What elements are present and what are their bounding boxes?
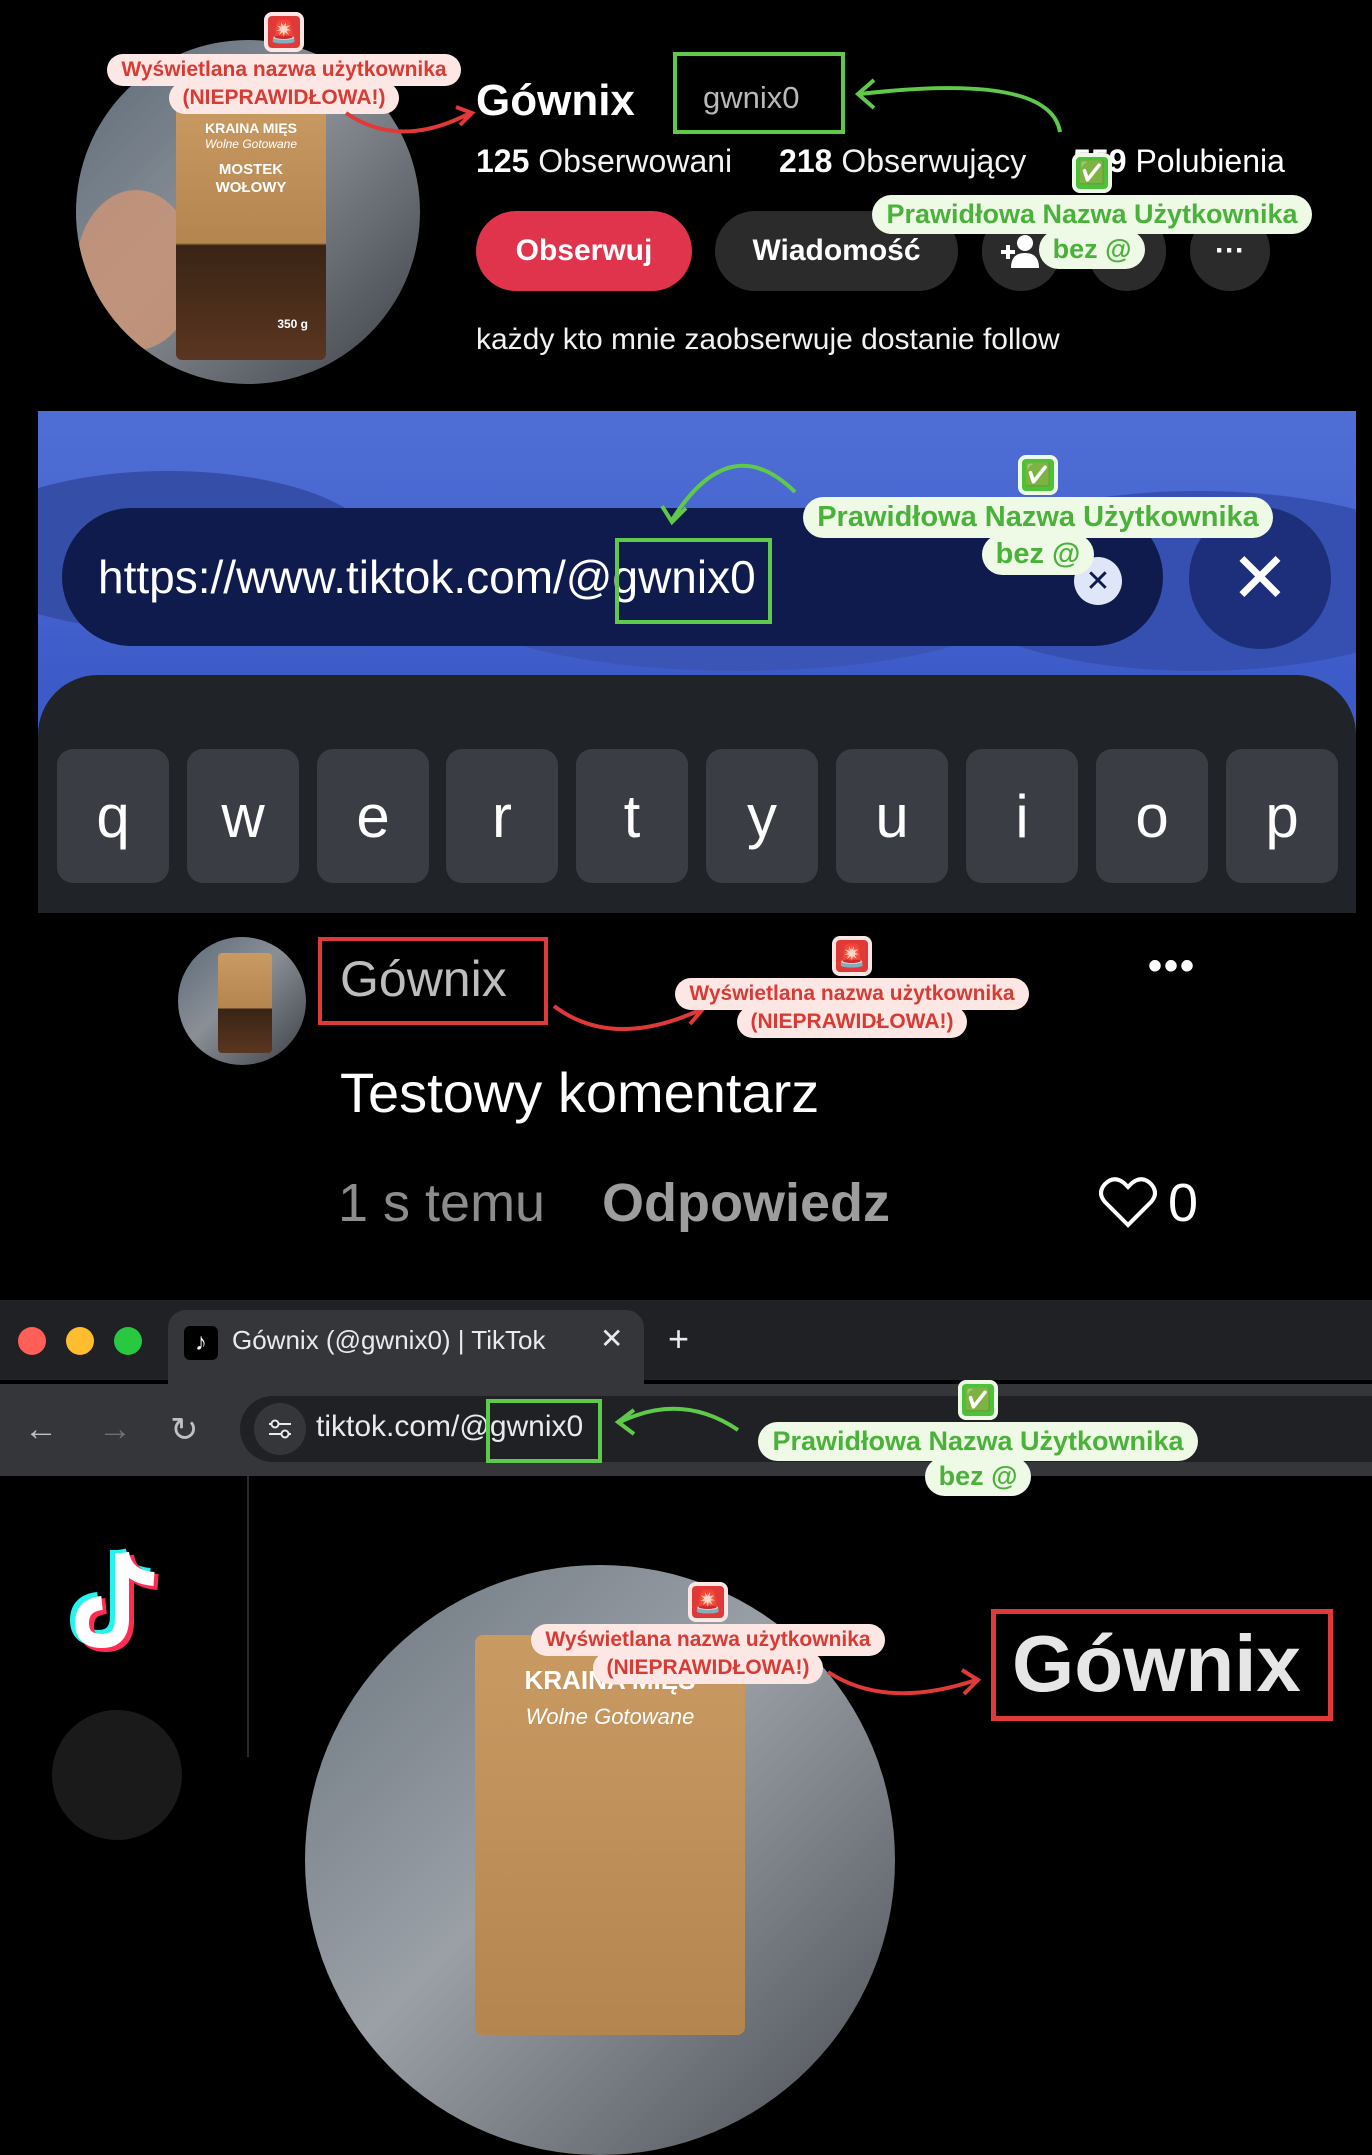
- window-close-button[interactable]: [18, 1327, 46, 1355]
- comment-author[interactable]: Gównix: [340, 950, 507, 1008]
- address-prefix: tiktok.com/@: [316, 1410, 490, 1443]
- avatar-product-line: Wolne Gotowane: [204, 136, 298, 151]
- avatar-product-weight: 350 g: [277, 317, 308, 332]
- comment-more-button[interactable]: •••: [1148, 944, 1196, 989]
- tiktok-logo-icon[interactable]: [70, 1545, 170, 1655]
- key-r[interactable]: r: [446, 749, 558, 883]
- check-badge-icon: ✅: [1072, 153, 1112, 193]
- annotation-text-line2: bez @: [981, 534, 1095, 575]
- annotation-text-line2: (NIEPRAWIDŁOWA!): [592, 1652, 824, 1684]
- avatar-product-pack: [218, 953, 272, 1053]
- arrow-icon: [826, 1668, 982, 1696]
- check-badge-icon: ✅: [958, 1380, 998, 1420]
- comment-avatar[interactable]: [178, 937, 306, 1065]
- key-w[interactable]: w: [187, 749, 299, 883]
- sidebar-divider: [247, 1476, 249, 1757]
- annotation-correct-username-2: ✅ Prawidłowa Nazwa Użytkownika bez @: [778, 455, 1298, 575]
- reload-icon[interactable]: ↻: [170, 1410, 199, 1450]
- alarm-badge-icon: 🚨: [264, 12, 304, 52]
- new-tab-button[interactable]: +: [668, 1318, 689, 1360]
- tab-close-icon[interactable]: ✕: [600, 1322, 623, 1355]
- avatar-product-label: KRAINA MIĘS Wolne Gotowane MOSTEK WOŁOWY…: [194, 120, 308, 332]
- window-minimize-button[interactable]: [66, 1327, 94, 1355]
- site-settings-icon[interactable]: [254, 1403, 306, 1455]
- url-prefix: https://www.tiktok.com/@: [98, 551, 613, 603]
- key-p[interactable]: p: [1226, 749, 1338, 883]
- tiktok-favicon-icon: ♪: [184, 1326, 218, 1360]
- reply-button[interactable]: Odpowiedz: [602, 1172, 890, 1234]
- profile-display-name: Gównix: [476, 76, 635, 125]
- key-i[interactable]: i: [966, 749, 1078, 883]
- annotation-correct-username-1: ✅ Prawidłowa Nazwa Użytkownika bez @: [852, 153, 1332, 269]
- key-e[interactable]: e: [317, 749, 429, 883]
- follow-button[interactable]: Obserwuj: [476, 211, 692, 291]
- arrow-icon: [344, 105, 476, 134]
- key-q[interactable]: q: [57, 749, 169, 883]
- profile-bio: każdy kto mnie zaobserwuje dostanie foll…: [476, 323, 1060, 356]
- annotation-correct-username-3: ✅ Prawidłowa Nazwa Użytkownika bez @: [728, 1380, 1228, 1496]
- annotation-text-line2: bez @: [1038, 230, 1146, 269]
- annotation-wrong-display-name-1: 🚨 Wyświetlana nazwa użytkownika (NIEPRAW…: [88, 12, 480, 114]
- tab-title: Gównix (@gwnix0) | TikTok: [232, 1325, 546, 1355]
- avatar-product-name: MOSTEK WOŁOWY: [215, 161, 287, 197]
- key-y[interactable]: y: [706, 749, 818, 883]
- followers-count[interactable]: 218: [779, 143, 832, 179]
- forward-icon[interactable]: →: [98, 1410, 132, 1449]
- avatar-product-line: Wolne Gotowane: [525, 1704, 695, 1729]
- arrow-icon: [614, 1406, 740, 1436]
- comment-text: Testowy komentarz: [340, 1061, 820, 1124]
- annotation-text-line1: Prawidłowa Nazwa Użytkownika: [758, 1422, 1198, 1461]
- comment-timestamp: 1 s temu: [338, 1173, 546, 1233]
- window-maximize-button[interactable]: [114, 1327, 142, 1355]
- heart-icon[interactable]: [1099, 1175, 1157, 1229]
- arrow-icon: [854, 78, 1062, 133]
- like-count: 0: [1168, 1173, 1199, 1233]
- annotation-wrong-display-name-2: 🚨 Wyświetlana nazwa użytkownika (NIEPRAW…: [652, 936, 1052, 1038]
- desktop-display-name: Gównix: [1012, 1619, 1301, 1708]
- annotation-text-line2: (NIEPRAWIDŁOWA!): [736, 1006, 968, 1038]
- address-username-highlight-box: [486, 1399, 602, 1463]
- following-label[interactable]: Obserwowani: [538, 143, 732, 179]
- back-icon[interactable]: ←: [24, 1410, 58, 1449]
- avatar-product-pack: KRAINA MIĘS Wolne Gotowane MOSTEK WOŁOWY…: [176, 100, 326, 360]
- following-count[interactable]: 125: [476, 143, 529, 179]
- key-u[interactable]: u: [836, 749, 948, 883]
- url-username-highlight-box: [615, 538, 772, 624]
- profile-username: gwnix0: [703, 80, 800, 115]
- key-t[interactable]: t: [576, 749, 688, 883]
- annotation-text-line2: bez @: [924, 1457, 1032, 1496]
- annotation-text-line1: Prawidłowa Nazwa Użytkownika: [803, 497, 1273, 538]
- key-o[interactable]: o: [1096, 749, 1208, 883]
- annotation-text-line1: Prawidłowa Nazwa Użytkownika: [872, 195, 1312, 234]
- avatar-product-pack: KRAINA MIĘS Wolne Gotowane: [475, 1635, 745, 2035]
- sidebar-search-button[interactable]: [52, 1710, 182, 1840]
- alarm-badge-icon: 🚨: [688, 1582, 728, 1622]
- avatar-product-brand: KRAINA MIĘS: [204, 120, 298, 136]
- tune-icon: [269, 1419, 291, 1439]
- check-badge-icon: ✅: [1018, 455, 1058, 495]
- alarm-badge-icon: 🚨: [832, 936, 872, 976]
